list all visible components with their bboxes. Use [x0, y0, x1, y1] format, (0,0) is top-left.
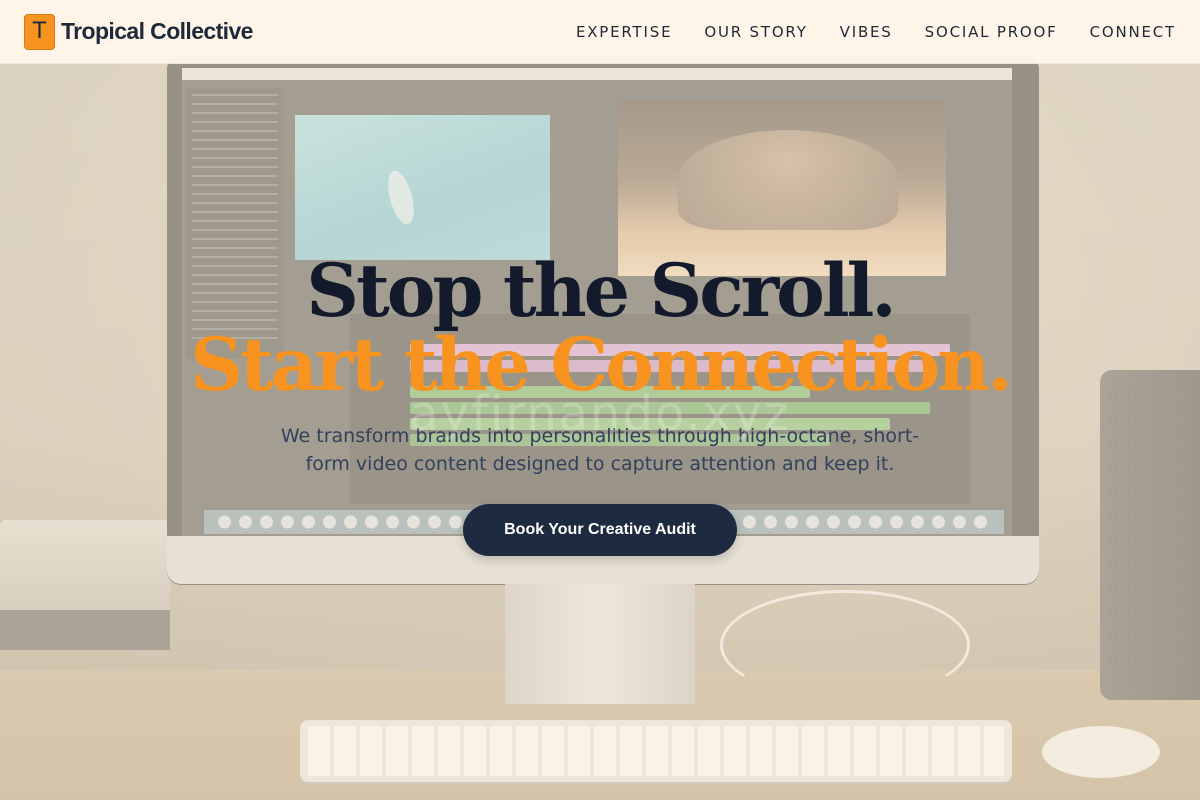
watermark-text: ayfirnando.xyz	[409, 386, 791, 442]
nav-link-connect[interactable]: CONNECT	[1090, 23, 1176, 41]
nav-link-our-story[interactable]: OUR STORY	[704, 23, 807, 41]
hero-section: ayfirnando.xyz Stop the Scroll. Start th…	[0, 250, 1200, 556]
main-nav: EXPERTISE OUR STORY VIBES SOCIAL PROOF C…	[544, 23, 1176, 41]
nav-link-vibes[interactable]: VIBES	[840, 23, 893, 41]
book-audit-button[interactable]: Book Your Creative Audit	[463, 504, 737, 556]
site-header: T Tropical Collective EXPERTISE OUR STOR…	[0, 0, 1200, 64]
brand-logo-icon: T	[24, 13, 55, 50]
hero-title-line-1: Stop the Scroll.	[306, 248, 896, 334]
nav-link-expertise[interactable]: EXPERTISE	[576, 23, 672, 41]
brand-logo-link[interactable]: T Tropical Collective	[24, 13, 253, 50]
nav-link-social-proof[interactable]: SOCIAL PROOF	[925, 23, 1058, 41]
brand-name: Tropical Collective	[61, 18, 253, 44]
